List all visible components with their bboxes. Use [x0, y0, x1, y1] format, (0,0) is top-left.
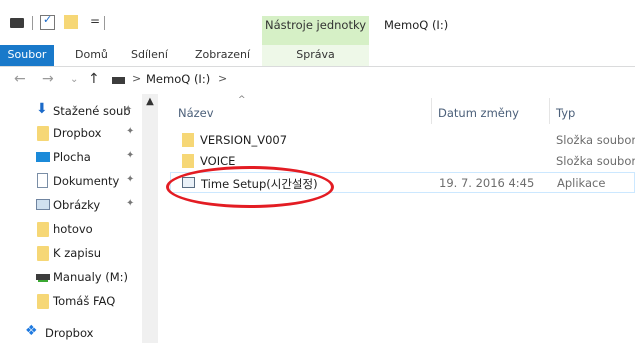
nav-item-desktop[interactable]: Plocha ✦	[0, 146, 156, 170]
nav-item-label: Dropbox	[45, 326, 94, 340]
file-name: VERSION_V007	[200, 133, 288, 147]
pin-icon[interactable]: ✦	[126, 126, 134, 137]
nav-item-label: hotovo	[53, 222, 93, 236]
nav-item-tomas-faq[interactable]: Tomáš FAQ	[0, 290, 156, 314]
column-divider[interactable]	[431, 98, 432, 124]
download-arrow-icon: ⬇	[36, 101, 48, 117]
pin-icon[interactable]: ✦	[126, 198, 134, 209]
nav-item-downloads[interactable]: ⬇ Stažené soub ✦	[0, 100, 156, 124]
file-type: Složka souborů	[556, 154, 635, 168]
recent-locations-chevron-icon[interactable]: ⌄	[70, 74, 78, 85]
nav-item-label: Dokumenty	[53, 174, 120, 188]
highlight-annotation	[166, 166, 334, 208]
tab-manage[interactable]: Správa	[262, 45, 369, 66]
network-drive-status-icon	[38, 280, 48, 282]
nav-scrollbar[interactable]	[142, 94, 158, 343]
tab-home[interactable]: Domů	[75, 45, 108, 66]
tab-share[interactable]: Sdílení	[131, 45, 168, 66]
nav-item-dropbox-pinned[interactable]: Dropbox ✦	[0, 122, 156, 146]
nav-item-pictures[interactable]: Obrázky ✦	[0, 194, 156, 218]
forward-arrow-icon[interactable]: →	[42, 71, 54, 87]
breadcrumb-drive[interactable]: MemoQ (I:)	[146, 72, 210, 86]
tab-view[interactable]: Zobrazení	[195, 45, 250, 66]
pin-icon[interactable]: ✦	[126, 174, 134, 185]
file-row-version[interactable]: VERSION_V007 Složka souborů	[170, 130, 635, 151]
nav-item-k-zapisu[interactable]: K zapisu	[0, 242, 156, 266]
tab-file[interactable]: Soubor	[0, 45, 54, 66]
column-header-name[interactable]: Název	[178, 106, 214, 120]
folder-icon	[37, 126, 49, 141]
column-header-date[interactable]: Datum změny	[438, 106, 519, 120]
nav-item-label: Dropbox	[53, 126, 102, 140]
window-title: MemoQ (I:)	[384, 18, 449, 32]
nav-item-label: K zapisu	[53, 246, 102, 260]
nav-item-label: Stažené soub	[53, 104, 131, 118]
qat-divider	[32, 16, 33, 30]
breadcrumb-separator-end[interactable]: >	[218, 72, 227, 85]
qat-customize-icon[interactable]: =	[90, 14, 100, 28]
pictures-icon	[36, 199, 50, 210]
nav-item-manualy[interactable]: Manualy (M:)	[0, 266, 156, 290]
new-folder-icon[interactable]	[64, 15, 78, 29]
address-bar[interactable]: > MemoQ (I:) >	[108, 69, 635, 91]
properties-icon[interactable]: ✓	[40, 13, 55, 30]
file-date: 19. 7. 2016 4:45	[439, 176, 535, 190]
column-header-type[interactable]: Typ	[556, 106, 575, 120]
sort-indicator-icon: ^	[238, 95, 246, 105]
file-type: Aplikace	[557, 176, 606, 190]
nav-item-label: Obrázky	[53, 198, 101, 212]
drive-icon	[10, 18, 24, 28]
folder-icon	[182, 133, 194, 147]
nav-item-dropbox[interactable]: ❖ Dropbox	[0, 322, 156, 346]
folder-icon	[37, 222, 49, 237]
dropbox-icon: ❖	[25, 323, 38, 339]
desktop-icon	[36, 152, 50, 162]
document-icon	[37, 173, 48, 188]
nav-item-documents[interactable]: Dokumenty ✦	[0, 170, 156, 194]
folder-icon	[37, 246, 49, 261]
back-arrow-icon[interactable]: ←	[14, 71, 26, 87]
nav-item-label: Tomáš FAQ	[53, 294, 116, 308]
drive-small-icon	[112, 77, 125, 84]
navigation-pane: ⬇ Stažené soub ✦ Dropbox ✦ Plocha ✦ Doku…	[0, 94, 158, 343]
scroll-up-arrow-icon[interactable]: ▲	[142, 96, 158, 107]
folder-icon	[182, 154, 194, 168]
nav-item-label: Manualy (M:)	[53, 270, 129, 284]
qat-divider-2	[104, 16, 105, 30]
column-divider[interactable]	[549, 98, 550, 124]
nav-item-hotovo[interactable]: hotovo	[0, 218, 156, 242]
title-bar: ✓ = Nástroje jednotky MemoQ (I:)	[0, 0, 635, 45]
file-type: Složka souborů	[556, 133, 635, 147]
up-arrow-icon[interactable]: ↑	[88, 71, 100, 87]
context-tab-group-label: Nástroje jednotky	[264, 18, 367, 32]
breadcrumb-separator[interactable]: >	[132, 72, 141, 85]
nav-item-label: Plocha	[53, 150, 91, 164]
pin-icon[interactable]: ✦	[124, 104, 132, 115]
pin-icon[interactable]: ✦	[126, 150, 134, 161]
folder-icon	[37, 294, 49, 309]
